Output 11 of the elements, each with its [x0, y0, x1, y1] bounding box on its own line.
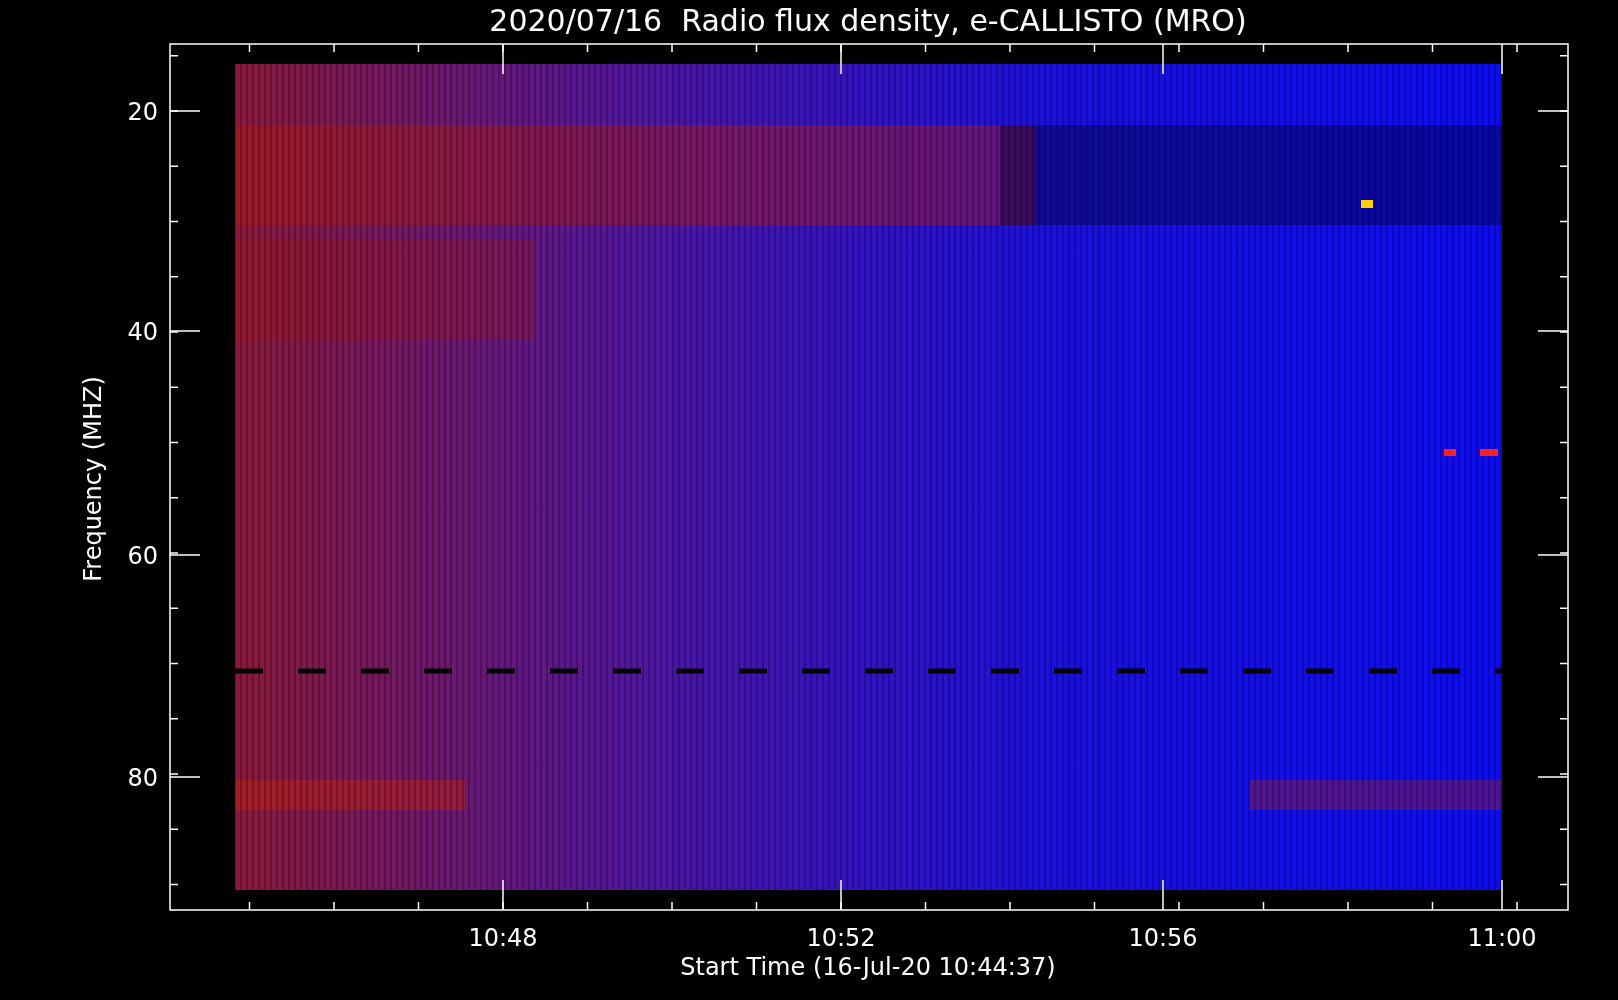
- y-tick-label: 20: [127, 98, 158, 126]
- y-axis-label: Frequency (MHZ): [79, 376, 107, 582]
- chart-title: 2020/07/16 Radio flux density, e-CALLISTO (MRO): [489, 3, 1247, 38]
- x-tick-label: 10:48: [468, 924, 538, 952]
- y-tick-label: 80: [127, 764, 158, 792]
- x-tick-label: 10:56: [1128, 924, 1198, 952]
- x-axis-label: Start Time (16-Jul-20 10:44:37): [680, 953, 1056, 981]
- y-tick-label: 60: [127, 542, 158, 570]
- x-tick-label: 10:52: [806, 924, 876, 952]
- x-tick-label: 11:00: [1467, 924, 1537, 952]
- y-tick-label: 40: [127, 318, 158, 346]
